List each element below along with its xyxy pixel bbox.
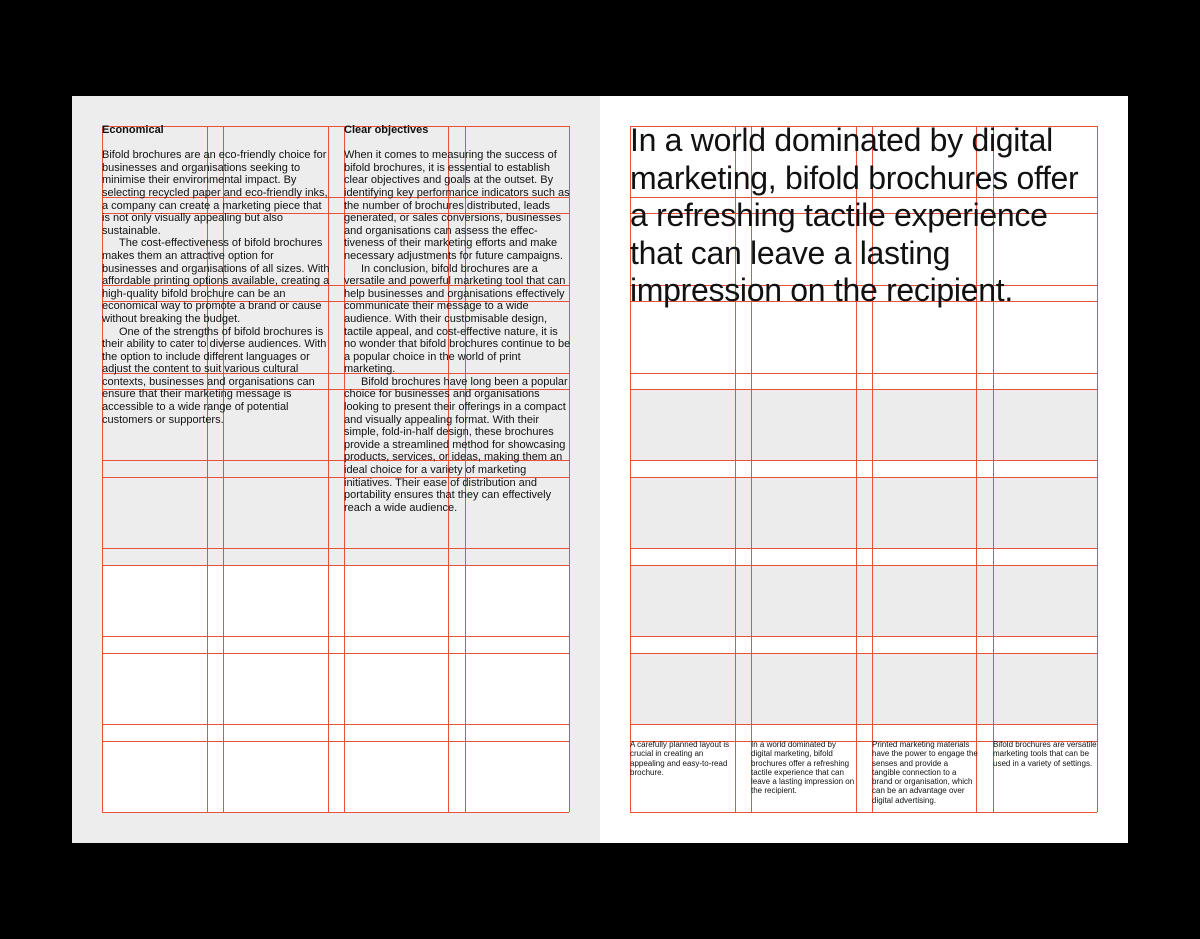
headline: In a world dominated by digital marketin… <box>630 122 1079 308</box>
body-paragraph: In conclusion, bifold brochures are a ve… <box>344 262 571 376</box>
left-page: Economical Bifold brochures are an eco-f… <box>72 96 600 843</box>
body-paragraph: Bifold brochures have long been a popula… <box>344 375 568 514</box>
body-paragraph: Bifold brochures are an eco-friendly cho… <box>102 149 328 237</box>
text-column-economical: Economical Bifold brochures are an eco-f… <box>102 124 330 426</box>
right-page: In a world dominated by digital marketin… <box>600 96 1128 843</box>
caption-4: Bifold brochures are versatile marketing… <box>993 740 1097 768</box>
left-text-layer: Economical Bifold brochures are an eco-f… <box>72 96 600 843</box>
right-text-layer: In a world dominated by digital marketin… <box>600 96 1128 843</box>
caption-2: In a world dominated by digital marketin… <box>751 740 855 796</box>
text-column-clear-objectives: Clear objectives When it comes to measur… <box>344 124 572 514</box>
caption-3: Printed marketing materials have the pow… <box>872 740 978 805</box>
body-paragraph: One of the strengths of bifold brochures… <box>102 325 327 426</box>
column-heading: Economical <box>102 124 164 136</box>
caption-1: A carefully planned layout is crucial in… <box>630 740 730 777</box>
column-heading: Clear objectives <box>344 124 429 136</box>
body-paragraph: When it comes to measuring the success o… <box>344 149 570 262</box>
body-paragraph: The cost-effectiveness of bifold brochur… <box>102 237 330 325</box>
